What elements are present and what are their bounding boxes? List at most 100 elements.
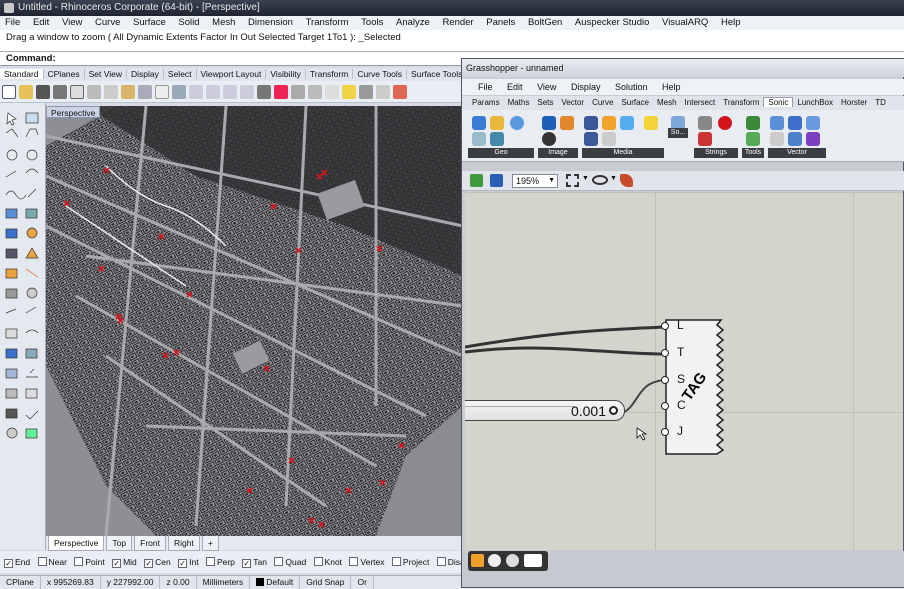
- print-icon[interactable]: [53, 85, 67, 99]
- rotate-view-icon[interactable]: [172, 85, 186, 99]
- menu-visualarq[interactable]: VisualARQ: [662, 17, 708, 28]
- tab-viewport-layout[interactable]: Viewport Layout: [196, 69, 267, 79]
- geo-earth-icon[interactable]: [490, 132, 504, 146]
- vector-cross-icon[interactable]: [770, 132, 784, 146]
- status-grid-snap[interactable]: Grid Snap: [300, 576, 352, 589]
- osnap-cen[interactable]: ✓ Cen: [144, 557, 171, 568]
- gh-menu-file[interactable]: File: [478, 82, 493, 92]
- input-port-c[interactable]: [661, 402, 669, 410]
- copy-icon[interactable]: [104, 85, 118, 99]
- preview-eye-icon[interactable]: [592, 175, 608, 185]
- grasshopper-canvas[interactable]: 0.001 TAG L T S C J: [465, 192, 903, 550]
- strings-record-icon[interactable]: [718, 116, 732, 130]
- vector-arrows-icon[interactable]: [788, 132, 802, 146]
- widget-icon[interactable]: [471, 554, 484, 567]
- menu-render[interactable]: Render: [442, 17, 473, 28]
- tag-component[interactable]: TAG: [665, 319, 731, 455]
- osnap-end[interactable]: ✓ End: [4, 557, 30, 568]
- add-viewport-icon[interactable]: +: [201, 536, 219, 551]
- gh-tab-td[interactable]: TD: [871, 98, 890, 107]
- tools-leaf-icon[interactable]: [746, 132, 760, 146]
- gh-tab-transform[interactable]: Transform: [719, 98, 763, 107]
- osnap-int[interactable]: ✓ Int: [178, 557, 199, 568]
- strings-tag-icon[interactable]: [698, 116, 712, 130]
- menu-mesh[interactable]: Mesh: [212, 17, 235, 28]
- pan-hand-icon[interactable]: [155, 85, 169, 99]
- gh-menu-edit[interactable]: Edit: [507, 82, 523, 92]
- gh-tab-sets[interactable]: Sets: [533, 98, 557, 107]
- hide-icon[interactable]: [308, 85, 322, 99]
- menu-dimension[interactable]: Dimension: [248, 17, 293, 28]
- menu-help[interactable]: Help: [721, 17, 741, 28]
- gh-menu-display[interactable]: Display: [571, 82, 601, 92]
- tab-display[interactable]: Display: [127, 69, 164, 79]
- status-layer[interactable]: Default: [250, 576, 301, 589]
- geo-map-icon[interactable]: [472, 116, 486, 130]
- undo-icon[interactable]: [138, 85, 152, 99]
- cut-icon[interactable]: [87, 85, 101, 99]
- zoom-selected-icon[interactable]: [240, 85, 254, 99]
- menu-analyze[interactable]: Analyze: [396, 17, 430, 28]
- osnap-quad[interactable]: Quad: [274, 557, 306, 567]
- input-port-s[interactable]: [661, 376, 669, 384]
- menu-view[interactable]: View: [62, 17, 82, 28]
- star-icon[interactable]: [644, 116, 658, 130]
- twitter-icon[interactable]: [620, 116, 634, 130]
- gh-tab-params[interactable]: Params: [468, 98, 504, 107]
- cplane-icon[interactable]: [274, 85, 288, 99]
- status-cplane[interactable]: CPlane: [0, 576, 41, 589]
- input-port-j[interactable]: [661, 428, 669, 436]
- gh-tab-mesh[interactable]: Mesh: [653, 98, 681, 107]
- gh-tab-curve[interactable]: Curve: [588, 98, 617, 107]
- gh-tab-lunchbox[interactable]: LunchBox: [793, 98, 837, 107]
- menu-auspecker[interactable]: Auspecker Studio: [575, 17, 649, 28]
- chevron-down-icon[interactable]: ▼: [610, 175, 617, 182]
- properties-icon[interactable]: [70, 85, 84, 99]
- osnap-project[interactable]: Project: [391, 557, 429, 567]
- menu-file[interactable]: File: [5, 17, 20, 28]
- left-tool-icons[interactable]: [0, 103, 46, 550]
- tab-standard[interactable]: Standard: [0, 69, 44, 79]
- open-file-icon[interactable]: [470, 174, 483, 187]
- geo-locate-icon[interactable]: [490, 116, 504, 130]
- image-palette-icon[interactable]: [560, 116, 574, 130]
- tools-tree-icon[interactable]: [746, 116, 760, 130]
- vector-v-icon[interactable]: [806, 132, 820, 146]
- gh-menu-solution[interactable]: Solution: [615, 82, 648, 92]
- material-icon[interactable]: [393, 85, 407, 99]
- gh-menu-view[interactable]: View: [537, 82, 556, 92]
- markov-icon[interactable]: [506, 554, 519, 567]
- image-camera-icon[interactable]: [542, 116, 556, 130]
- text-t-icon[interactable]: [602, 116, 616, 130]
- chevron-down-icon[interactable]: ▼: [582, 175, 589, 182]
- open-folder-icon[interactable]: [19, 85, 33, 99]
- sketch-brush-icon[interactable]: [620, 174, 633, 187]
- vector-grid-icon[interactable]: [770, 116, 784, 130]
- osnap-near[interactable]: Near: [37, 557, 67, 567]
- tab-select[interactable]: Select: [163, 69, 197, 79]
- menu-boltgen[interactable]: BoltGen: [528, 17, 562, 28]
- save-icon[interactable]: [36, 85, 50, 99]
- slider-output-port[interactable]: [609, 406, 618, 415]
- layer-icon[interactable]: [359, 85, 373, 99]
- menu-edit[interactable]: Edit: [33, 17, 49, 28]
- render-icon[interactable]: [376, 85, 390, 99]
- number-slider[interactable]: 0.001: [465, 400, 625, 421]
- zoom-extents-icon[interactable]: [566, 174, 579, 187]
- viewport-tab-perspective[interactable]: Perspective: [48, 536, 105, 551]
- zoom-extents-icon[interactable]: [223, 85, 237, 99]
- status-ortho[interactable]: Or: [351, 576, 374, 589]
- menu-solid[interactable]: Solid: [178, 17, 199, 28]
- gh-tab-surface[interactable]: Surface: [617, 98, 653, 107]
- image-lens-icon[interactable]: [542, 132, 556, 146]
- osnap-point[interactable]: Point: [74, 557, 105, 567]
- tab-curve-tools[interactable]: Curve Tools: [353, 69, 408, 79]
- osnap-knot[interactable]: Knot: [313, 557, 342, 567]
- menu-tools[interactable]: Tools: [361, 17, 383, 28]
- align-icon[interactable]: [524, 554, 542, 567]
- geo-pin-icon[interactable]: [472, 132, 486, 146]
- facebook-icon[interactable]: [584, 132, 598, 146]
- viewport-tab-right[interactable]: Right: [167, 536, 200, 551]
- profiler-icon[interactable]: [488, 554, 501, 567]
- flickr-icon[interactable]: [584, 116, 598, 130]
